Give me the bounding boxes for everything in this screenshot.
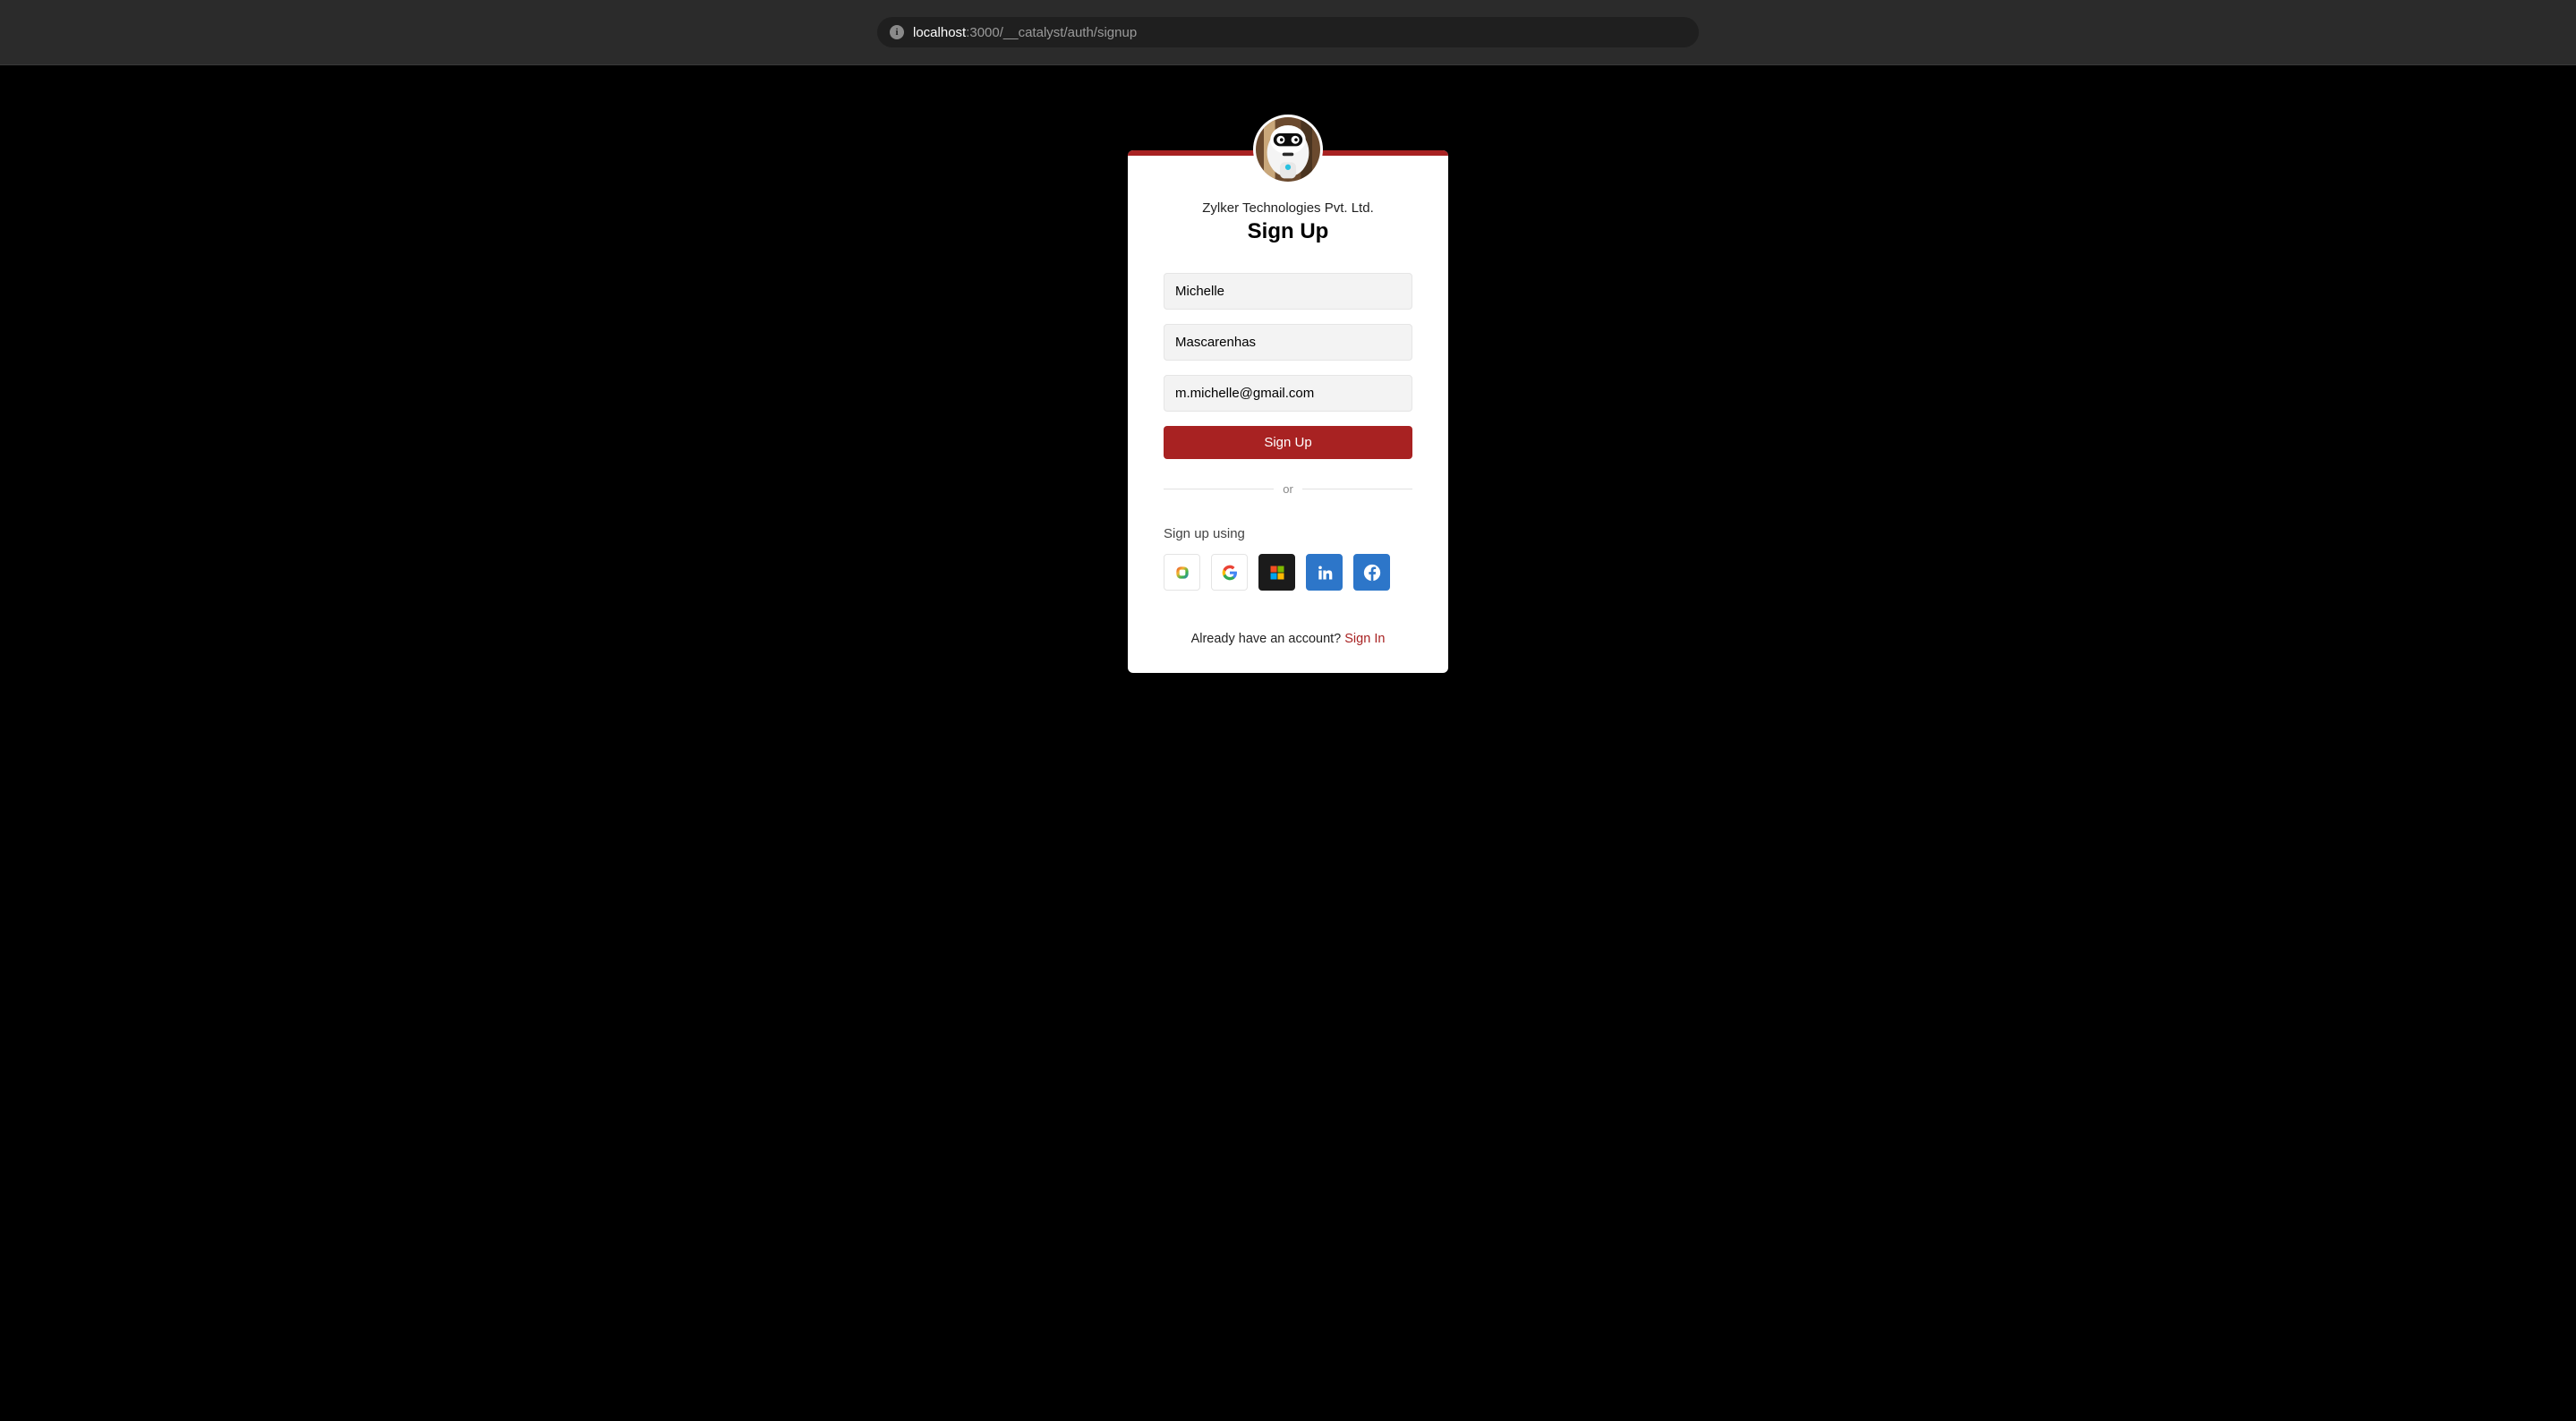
social-login-row bbox=[1164, 554, 1412, 591]
browser-chrome: i localhost:3000/__catalyst/auth/signup bbox=[0, 0, 2576, 65]
zoho-icon bbox=[1173, 564, 1191, 582]
google-icon bbox=[1221, 564, 1239, 582]
social-login-microsoft[interactable] bbox=[1258, 554, 1295, 591]
footer-prompt: Already have an account? bbox=[1191, 632, 1345, 646]
social-login-label: Sign up using bbox=[1164, 526, 1412, 541]
page-title: Sign Up bbox=[1164, 219, 1412, 244]
card-body: Zylker Technologies Pvt. Ltd. Sign Up Si… bbox=[1128, 156, 1448, 673]
signup-card-wrapper: Zylker Technologies Pvt. Ltd. Sign Up Si… bbox=[1128, 150, 1448, 673]
social-login-linkedin[interactable] bbox=[1306, 554, 1343, 591]
signin-link[interactable]: Sign In bbox=[1344, 632, 1385, 646]
url-host: localhost bbox=[913, 25, 966, 40]
footer-text: Already have an account? Sign In bbox=[1164, 632, 1412, 646]
linkedin-icon bbox=[1316, 564, 1334, 582]
facebook-icon bbox=[1362, 563, 1382, 583]
url-bar[interactable]: i localhost:3000/__catalyst/auth/signup bbox=[877, 17, 1699, 47]
site-info-icon[interactable]: i bbox=[890, 25, 904, 39]
content-area: Zylker Technologies Pvt. Ltd. Sign Up Si… bbox=[0, 65, 2576, 673]
social-login-zoho[interactable] bbox=[1164, 554, 1200, 591]
social-login-facebook[interactable] bbox=[1353, 554, 1390, 591]
signup-card: Zylker Technologies Pvt. Ltd. Sign Up Si… bbox=[1128, 150, 1448, 673]
first-name-field[interactable] bbox=[1164, 273, 1412, 310]
url-text: localhost:3000/__catalyst/auth/signup bbox=[913, 25, 1137, 40]
signup-button[interactable]: Sign Up bbox=[1164, 426, 1412, 459]
email-field[interactable] bbox=[1164, 375, 1412, 412]
microsoft-icon bbox=[1268, 564, 1286, 582]
last-name-field[interactable] bbox=[1164, 324, 1412, 361]
or-divider: or bbox=[1164, 482, 1412, 496]
robot-avatar-icon bbox=[1256, 117, 1320, 182]
company-name: Zylker Technologies Pvt. Ltd. bbox=[1164, 200, 1412, 216]
avatar bbox=[1253, 115, 1323, 184]
divider-text: or bbox=[1283, 482, 1293, 496]
social-login-google[interactable] bbox=[1211, 554, 1248, 591]
url-path: :3000/__catalyst/auth/signup bbox=[966, 25, 1137, 40]
